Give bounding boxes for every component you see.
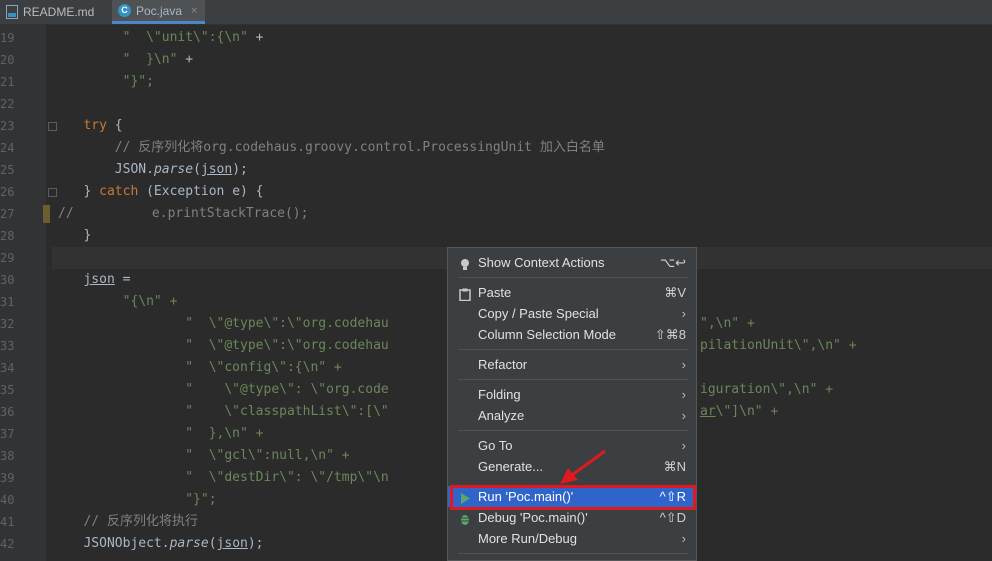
line-number: 39 [0,471,15,485]
chevron-right-icon: › [681,357,686,372]
menu-separator [458,349,688,350]
menu-separator [458,277,688,278]
context-menu: Show Context Actions ⌥↩ Paste ⌘V Copy / … [447,247,697,561]
fold-marker-icon[interactable] [48,188,57,197]
line-number: 40 [0,493,15,507]
line-number: 31 [0,295,15,309]
menu-item-column-selection-mode[interactable]: Column Selection Mode ⇧⌘8 [448,324,696,345]
code-line: JSONObject.parse(json); [83,536,264,551]
line-number: 22 [0,97,15,111]
code-line: try { [83,118,123,133]
tab-poc-java-label: Poc.java [136,3,183,18]
menu-item-refactor[interactable]: Refactor › [448,354,696,375]
code-line-tail: ar\"]\n" + [700,404,779,419]
code-line: } [83,228,92,243]
code-line-tail: iguration\",\n" + [700,382,834,397]
line-number: 26 [0,185,15,199]
markdown-file-icon [6,5,18,19]
line-number: 19 [0,31,15,45]
code-line: " \"config\":{\n" + [60,360,342,375]
code-line: " },\n" + [60,426,264,441]
java-class-icon: C [118,4,131,17]
code-line: " \"@type\": \"org.code [60,382,389,397]
menu-item-paste[interactable]: Paste ⌘V [448,282,696,303]
code-line: " \"gcl\":null,\n" + [60,448,350,463]
menu-item-folding[interactable]: Folding › [448,384,696,405]
code-line: "}"; [60,74,154,89]
line-number: 21 [0,75,15,89]
menu-item-show-context-actions[interactable]: Show Context Actions ⌥↩ [448,252,696,273]
chevron-right-icon: › [681,306,686,321]
editor-tab-bar: README.md C Poc.java × [0,0,992,25]
chevron-right-icon: › [681,438,686,453]
line-number: 38 [0,449,15,463]
line-number: 30 [0,273,15,287]
line-number: 25 [0,163,15,177]
line-number: 27 [0,207,15,221]
change-marker [43,205,50,223]
menu-item-more-run-debug[interactable]: More Run/Debug › [448,528,696,549]
code-line: " }\n" + [60,52,194,67]
menu-separator [458,379,688,380]
chevron-right-icon: › [681,531,686,546]
lightbulb-icon [459,256,471,270]
code-line-tail: ",\n" + [700,316,755,331]
close-icon[interactable]: × [191,5,197,17]
menu-item-copy-paste-special[interactable]: Copy / Paste Special › [448,303,696,324]
fold-marker-icon[interactable] [48,122,57,131]
code-line: " \"unit\":{\n" + [60,30,264,45]
code-line-tail: pilationUnit\",\n" + [700,338,857,353]
menu-item-debug[interactable]: Debug 'Poc.main()' ^⇧D [448,507,696,528]
line-number: 42 [0,537,15,551]
menu-separator [458,553,688,554]
code-line: JSON.parse(json); [83,162,248,177]
line-number: 36 [0,405,15,419]
code-line: // 反序列化将执行 [83,514,198,529]
menu-item-go-to[interactable]: Go To › [448,435,696,456]
code-line: " \"@type\":\"org.codehau [60,316,389,331]
line-number: 23 [0,119,15,133]
code-line: // 反序列化将org.codehaus.groovy.control.Proc… [83,140,605,155]
code-line: // e.printStackTrace(); [58,206,309,221]
debug-bug-icon [459,511,471,525]
line-number: 32 [0,317,15,331]
line-number: 29 [0,251,15,265]
code-line: " \"classpathList\":[\" [60,404,389,419]
tab-poc-java[interactable]: C Poc.java × [112,0,205,24]
line-number: 20 [0,53,15,67]
code-line: "}"; [60,492,217,507]
line-number: 37 [0,427,15,441]
menu-item-generate[interactable]: Generate... ⌘N [448,456,696,477]
code-line: "{\n" + [60,294,178,309]
line-number: 41 [0,515,15,529]
tab-readme-label: README.md [23,5,95,19]
annotation-highlight-box [450,485,696,510]
code-line: " \"destDir\": \"/tmp\"\n [60,470,389,485]
line-number: 35 [0,383,15,397]
line-number: 33 [0,339,15,353]
tab-readme[interactable]: README.md [0,0,108,24]
code-line: } catch (Exception e) { [83,184,264,199]
line-number: 34 [0,361,15,375]
clipboard-icon [459,286,471,302]
code-line: json = [83,272,131,287]
chevron-right-icon: › [681,408,686,423]
chevron-right-icon: › [681,387,686,402]
menu-item-analyze[interactable]: Analyze › [448,405,696,426]
menu-separator [458,430,688,431]
line-number: 24 [0,141,15,155]
code-line: " \"@type\":\"org.codehau [60,338,389,353]
line-number: 28 [0,229,15,243]
